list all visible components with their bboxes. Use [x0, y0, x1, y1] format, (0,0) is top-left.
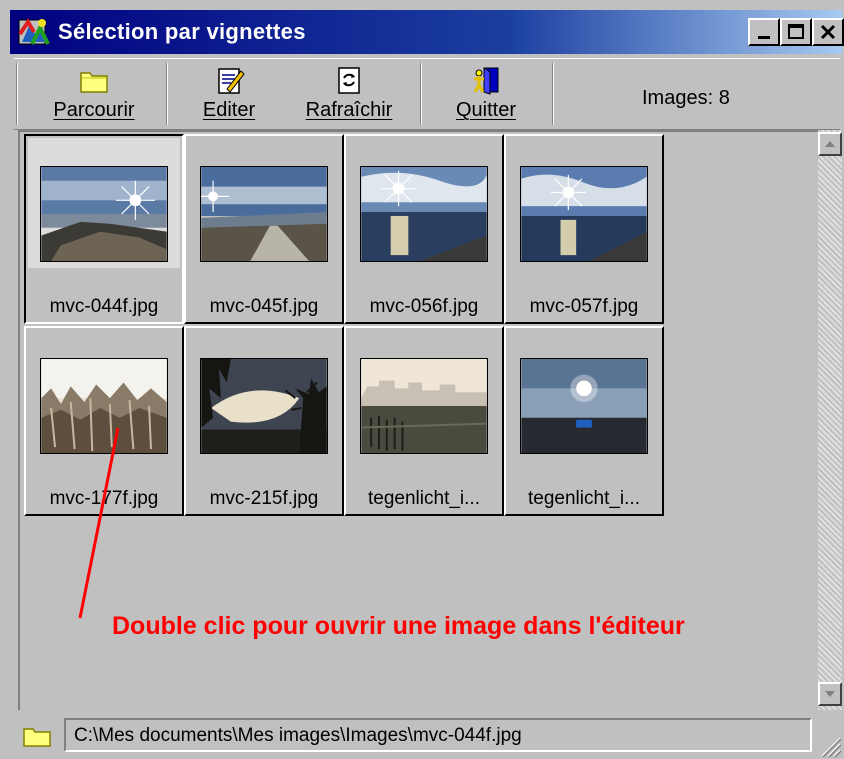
thumbnail-caption: mvc-057f.jpg: [529, 296, 639, 317]
thumbnail-image: [520, 358, 648, 454]
thumbnail-item[interactable]: mvc-215f.jpg: [184, 326, 344, 516]
thumbnail-item[interactable]: tegenlicht_i...: [504, 326, 664, 516]
vertical-scrollbar[interactable]: [818, 130, 842, 710]
thumbnail-item[interactable]: mvc-056f.jpg: [344, 134, 504, 324]
arrow-down-icon: [825, 691, 835, 697]
close-button[interactable]: [812, 18, 844, 46]
minimize-button[interactable]: [748, 18, 780, 46]
app-icon: [18, 18, 50, 45]
toolbar: Parcourir Editer Rafraîchir Quitter Imag…: [14, 58, 840, 130]
thumbnail-caption: mvc-177f.jpg: [49, 488, 159, 509]
quit-button[interactable]: Quitter: [438, 59, 534, 129]
quit-label: Quitter: [455, 99, 517, 121]
thumbnail-caption: mvc-215f.jpg: [209, 488, 319, 509]
toolbar-separator: [552, 63, 554, 125]
arrow-up-icon: [825, 141, 835, 147]
browse-button[interactable]: Parcourir: [34, 59, 154, 129]
maximize-button[interactable]: [780, 18, 812, 46]
thumbnail-item[interactable]: mvc-045f.jpg: [184, 134, 344, 324]
refresh-label: Rafraîchir: [305, 99, 393, 121]
toolbar-separator: [420, 63, 422, 125]
thumbnail-image: [520, 166, 648, 262]
resize-grip-icon[interactable]: [816, 732, 842, 758]
images-count: Images: 8: [642, 87, 730, 109]
current-path-field: C:\Mes documents\Mes images\Images\mvc-0…: [64, 718, 812, 752]
minimize-icon: [758, 36, 770, 39]
folder-icon: [23, 728, 51, 747]
close-icon: [820, 24, 836, 40]
annotation-text: Double clic pour ouvrir une image dans l…: [112, 612, 685, 640]
thumbnail-image: [200, 358, 328, 454]
window-title: Sélection par vignettes: [58, 19, 306, 44]
toolbar-separator: [166, 63, 168, 125]
edit-button[interactable]: Editer: [184, 59, 274, 129]
thumbnail-caption: mvc-044f.jpg: [49, 296, 159, 317]
browse-label: Parcourir: [53, 99, 135, 121]
scroll-down-button[interactable]: [818, 682, 842, 706]
thumbnail-image: [360, 166, 488, 262]
status-bar: C:\Mes documents\Mes images\Images\mvc-0…: [0, 712, 844, 759]
toolbar-separator: [16, 63, 18, 125]
edit-icon: [218, 68, 245, 94]
thumbnail-image: [200, 166, 328, 262]
thumbnail-caption: mvc-056f.jpg: [369, 296, 479, 317]
thumbnail-item[interactable]: mvc-177f.jpg: [24, 326, 184, 516]
edit-label: Editer: [202, 99, 256, 121]
exit-icon: [473, 67, 499, 95]
thumbnail-image: [40, 166, 168, 262]
thumbnail-item[interactable]: mvc-044f.jpg: [24, 134, 184, 324]
thumbnail-caption: tegenlicht_i...: [368, 488, 480, 509]
refresh-icon: [338, 67, 360, 94]
thumbnail-image: [40, 358, 168, 454]
thumbnail-item[interactable]: mvc-057f.jpg: [504, 134, 664, 324]
title-bar[interactable]: Sélection par vignettes: [10, 10, 844, 54]
refresh-button[interactable]: Rafraîchir: [286, 59, 412, 129]
thumbnail-image: [360, 358, 488, 454]
thumbnail-caption: mvc-045f.jpg: [209, 296, 319, 317]
thumbnail-selection-window: Sélection par vignettes Parcourir Editer…: [0, 0, 844, 759]
folder-icon: [80, 72, 108, 93]
thumbnail-item[interactable]: tegenlicht_i...: [344, 326, 504, 516]
scroll-up-button[interactable]: [818, 132, 842, 156]
maximize-icon: [788, 24, 804, 39]
thumbnail-caption: tegenlicht_i...: [528, 488, 640, 509]
